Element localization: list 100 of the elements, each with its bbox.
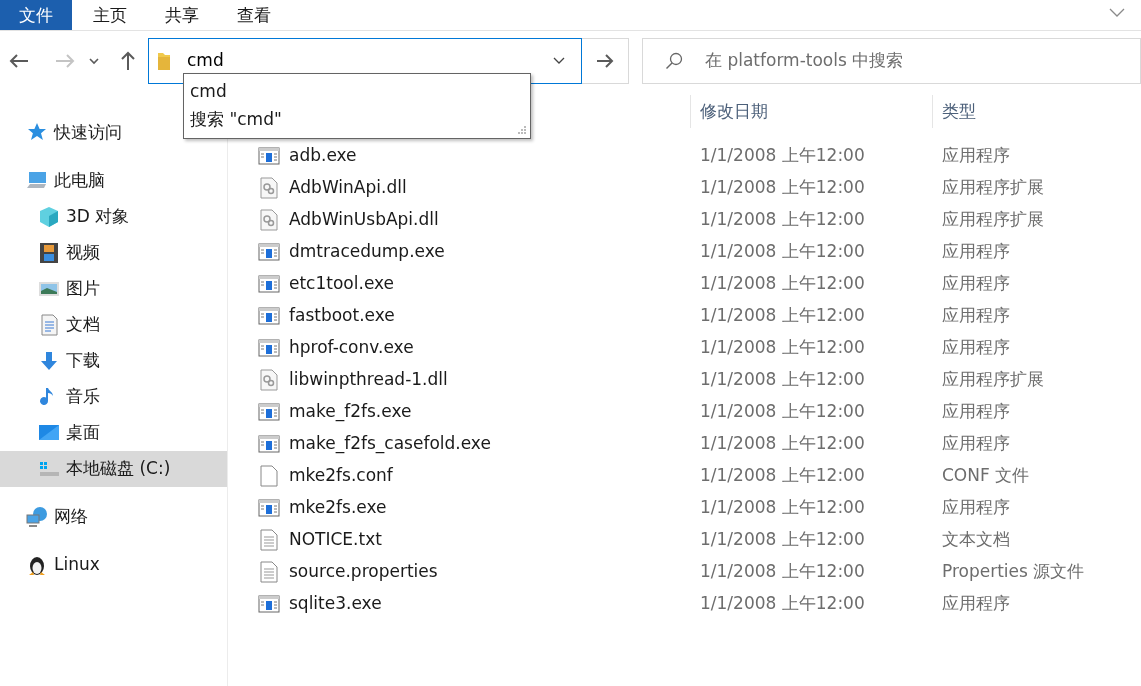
go-button[interactable] bbox=[582, 38, 629, 84]
search-icon bbox=[665, 52, 683, 70]
application-icon bbox=[258, 433, 280, 455]
sidebar-item[interactable]: 视频 bbox=[0, 235, 180, 271]
sidebar-label: 本地磁盘 (C:) bbox=[66, 457, 171, 481]
column-header[interactable]: 修改日期 bbox=[690, 95, 932, 128]
application-icon bbox=[258, 305, 280, 327]
file-type: 应用程序 bbox=[941, 272, 1010, 296]
file-date: 1/1/2008 上午12:00 bbox=[699, 336, 866, 360]
file-date: 1/1/2008 上午12:00 bbox=[699, 464, 866, 488]
resize-grip-icon[interactable] bbox=[517, 125, 527, 135]
search-box[interactable]: 在 platform-tools 中搜索 bbox=[642, 38, 1141, 84]
text-file-icon bbox=[258, 529, 280, 551]
file-name[interactable]: mke2fs.conf bbox=[289, 463, 393, 489]
file-name[interactable]: make_f2fs.exe bbox=[289, 399, 412, 425]
file-type: 应用程序 bbox=[941, 144, 1010, 168]
sidebar-item[interactable]: 3D 对象 bbox=[0, 199, 180, 235]
file-name[interactable]: AdbWinApi.dll bbox=[289, 175, 407, 201]
file-type: CONF 文件 bbox=[941, 464, 1030, 488]
file-name[interactable]: fastboot.exe bbox=[289, 303, 395, 329]
application-icon bbox=[258, 497, 280, 519]
address-field[interactable]: cmd bbox=[187, 48, 527, 74]
dropdown-icon[interactable] bbox=[553, 57, 565, 65]
file-date: 1/1/2008 上午12:00 bbox=[699, 272, 866, 296]
sidebar-label: 桌面 bbox=[66, 421, 100, 445]
file-date: 1/1/2008 上午12:00 bbox=[699, 240, 866, 264]
sidebar-item[interactable]: 快速访问 bbox=[0, 115, 180, 151]
ribbon-tab[interactable]: 文件 bbox=[0, 0, 72, 30]
column-header[interactable]: 类型 bbox=[932, 95, 1136, 128]
file-type: 应用程序扩展 bbox=[941, 368, 1044, 392]
sidebar-item[interactable]: 音乐 bbox=[0, 379, 180, 415]
file-type: 应用程序 bbox=[941, 304, 1010, 328]
text-file-icon bbox=[258, 561, 280, 583]
sidebar-item[interactable]: 网络 bbox=[0, 499, 180, 535]
file-name[interactable]: hprof-conv.exe bbox=[289, 335, 414, 361]
sidebar-item[interactable]: 此电脑 bbox=[0, 163, 180, 199]
suggestion-item[interactable]: 搜索 "cmd" bbox=[190, 105, 524, 133]
sidebar-label: 文档 bbox=[66, 313, 100, 337]
sidebar-label: 此电脑 bbox=[54, 169, 105, 193]
down-arrow-icon bbox=[38, 350, 60, 372]
file-date: 1/1/2008 上午12:00 bbox=[699, 432, 866, 456]
sidebar-item[interactable]: Linux bbox=[0, 547, 180, 583]
sidebar-item[interactable]: 下载 bbox=[0, 343, 180, 379]
film-strip-icon bbox=[38, 242, 60, 264]
file-date: 1/1/2008 上午12:00 bbox=[699, 304, 866, 328]
file-type: Properties 源文件 bbox=[941, 560, 1085, 584]
application-icon bbox=[258, 241, 280, 263]
file-type: 应用程序 bbox=[941, 432, 1010, 456]
file-name[interactable]: source.properties bbox=[289, 559, 438, 585]
file-name[interactable]: dmtracedump.exe bbox=[289, 239, 445, 265]
application-icon bbox=[258, 593, 280, 615]
sidebar-label: 下载 bbox=[66, 349, 100, 373]
file-type: 文本文档 bbox=[941, 528, 1010, 552]
sidebar-item[interactable]: 本地磁盘 (C:) bbox=[0, 451, 227, 487]
file-icon bbox=[258, 465, 280, 487]
file-name[interactable]: AdbWinUsbApi.dll bbox=[289, 207, 439, 233]
file-date: 1/1/2008 上午12:00 bbox=[699, 592, 866, 616]
recent-locations-button[interactable] bbox=[88, 55, 100, 67]
sidebar-label: 视频 bbox=[66, 241, 100, 265]
sidebar-label: 快速访问 bbox=[54, 121, 122, 145]
file-name[interactable]: make_f2fs_casefold.exe bbox=[289, 431, 491, 457]
sidebar-label: Linux bbox=[54, 553, 100, 577]
file-type: 应用程序扩展 bbox=[941, 176, 1044, 200]
file-name[interactable]: mke2fs.exe bbox=[289, 495, 387, 521]
file-type: 应用程序 bbox=[941, 496, 1010, 520]
file-date: 1/1/2008 上午12:00 bbox=[699, 208, 866, 232]
arrow-icon bbox=[596, 54, 614, 68]
sidebar-item[interactable]: 文档 bbox=[0, 307, 180, 343]
file-type: 应用程序 bbox=[941, 400, 1010, 424]
file-name[interactable]: NOTICE.txt bbox=[289, 527, 382, 553]
document-icon bbox=[38, 314, 60, 336]
file-name[interactable]: etc1tool.exe bbox=[289, 271, 395, 297]
search-field[interactable]: 在 platform-tools 中搜索 bbox=[703, 47, 1140, 75]
file-date: 1/1/2008 上午12:00 bbox=[699, 144, 866, 168]
application-icon bbox=[258, 401, 280, 423]
sidebar-label: 音乐 bbox=[66, 385, 100, 409]
gear-file-icon bbox=[258, 369, 280, 391]
file-type: 应用程序扩展 bbox=[941, 208, 1044, 232]
file-date: 1/1/2008 上午12:00 bbox=[699, 528, 866, 552]
file-name[interactable]: libwinpthread-1.dll bbox=[289, 367, 448, 393]
file-date: 1/1/2008 上午12:00 bbox=[699, 176, 866, 200]
sidebar-item[interactable]: 桌面 bbox=[0, 415, 180, 451]
file-date: 1/1/2008 上午12:00 bbox=[699, 496, 866, 520]
file-date: 1/1/2008 上午12:00 bbox=[699, 560, 866, 584]
chevron-down-icon[interactable] bbox=[1109, 8, 1125, 18]
file-type: 应用程序 bbox=[941, 240, 1010, 264]
gear-file-icon bbox=[258, 177, 280, 199]
file-type: 应用程序 bbox=[941, 336, 1010, 360]
file-name[interactable]: adb.exe bbox=[289, 143, 357, 169]
sidebar-label: 网络 bbox=[54, 505, 88, 529]
file-name[interactable]: sqlite3.exe bbox=[289, 591, 382, 617]
application-icon bbox=[258, 273, 280, 295]
sidebar-item[interactable]: 图片 bbox=[0, 271, 180, 307]
sidebar-label: 图片 bbox=[66, 277, 100, 301]
file-date: 1/1/2008 上午12:00 bbox=[699, 400, 866, 424]
network-icon bbox=[26, 506, 48, 528]
folder-icon bbox=[157, 51, 171, 71]
application-icon bbox=[258, 337, 280, 359]
sidebar-label: 3D 对象 bbox=[66, 205, 130, 229]
file-date: 1/1/2008 上午12:00 bbox=[699, 368, 866, 392]
